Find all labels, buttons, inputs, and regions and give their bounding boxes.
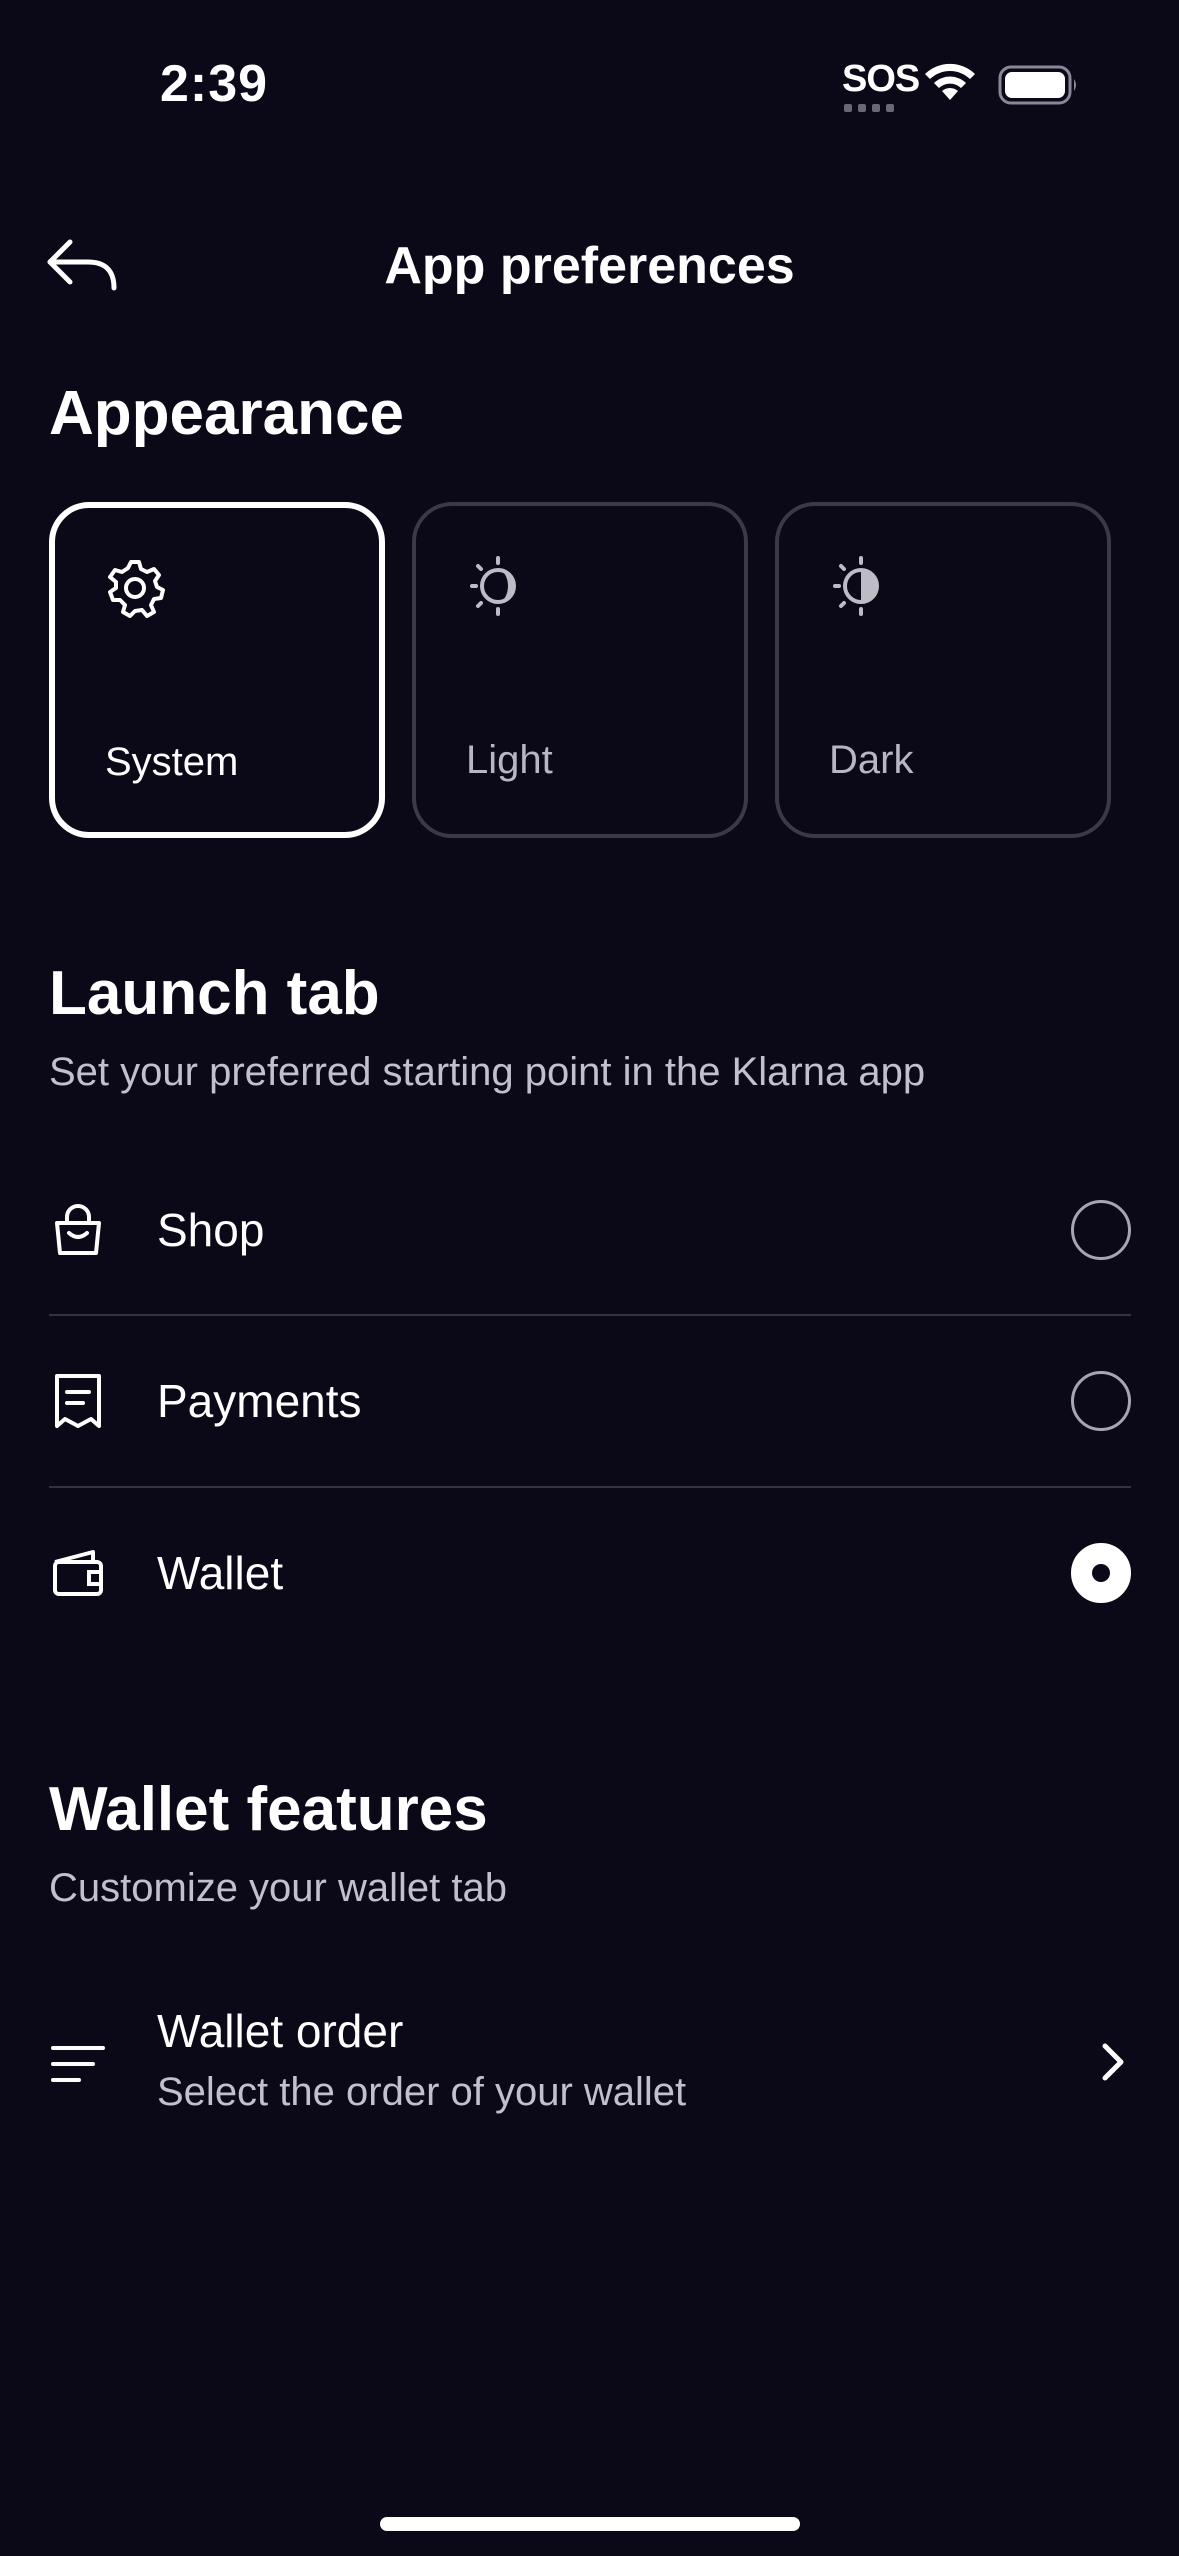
home-indicator[interactable] — [380, 2517, 800, 2531]
radio-button[interactable] — [1071, 1371, 1131, 1431]
launch-tab-subtitle: Set your preferred starting point in the… — [49, 1050, 926, 1094]
light-mode-icon — [470, 556, 516, 616]
appearance-option-label: System — [105, 740, 239, 784]
wallet-order-subtitle: Select the order of your wallet — [157, 2070, 687, 2114]
appearance-option-label: Light — [466, 738, 553, 782]
page-title: App preferences — [384, 237, 795, 295]
appearance-option-system[interactable]: System — [49, 502, 385, 838]
wallet-order-row[interactable]: Wallet order Select the order of your wa… — [49, 1990, 1131, 2140]
launch-option-wallet[interactable]: Wallet — [49, 1488, 1131, 1658]
battery-icon — [998, 65, 1076, 105]
gear-icon — [108, 560, 165, 618]
wallet-features-subtitle: Customize your wallet tab — [49, 1866, 507, 1910]
wallet-features-title: Wallet features — [49, 1775, 488, 1844]
appearance-title: Appearance — [49, 379, 404, 448]
appearance-option-light[interactable]: Light — [412, 502, 748, 838]
launch-option-label: Payments — [157, 1375, 362, 1427]
radio-button[interactable] — [1071, 1200, 1131, 1260]
launch-option-label: Wallet — [157, 1547, 284, 1599]
chevron-right-icon — [1102, 2043, 1124, 2081]
sort-lines-icon — [51, 2046, 105, 2082]
launch-option-label: Shop — [157, 1204, 265, 1256]
launch-option-shop[interactable]: Shop — [49, 1145, 1131, 1315]
appearance-option-label: Dark — [829, 738, 914, 782]
shopping-bag-icon — [55, 1204, 101, 1255]
dark-mode-icon — [833, 556, 879, 616]
launch-option-payments[interactable]: Payments — [49, 1316, 1131, 1486]
appearance-option-dark[interactable]: Dark — [775, 502, 1111, 838]
wallet-order-title: Wallet order — [157, 2005, 404, 2057]
sos-indicator: SOS — [842, 58, 920, 100]
signal-dots-icon — [844, 104, 894, 112]
status-bar: 2:39 SOS — [0, 0, 1179, 150]
radio-button-selected[interactable] — [1071, 1543, 1131, 1603]
status-time: 2:39 — [160, 55, 269, 113]
launch-tab-title: Launch tab — [49, 959, 380, 1028]
wallet-icon — [53, 1550, 103, 1596]
app-preferences-screen: 2:39 SOS App preferences Appearance Syst… — [0, 0, 1179, 2556]
receipt-icon — [55, 1374, 101, 1428]
wifi-icon — [925, 63, 975, 100]
